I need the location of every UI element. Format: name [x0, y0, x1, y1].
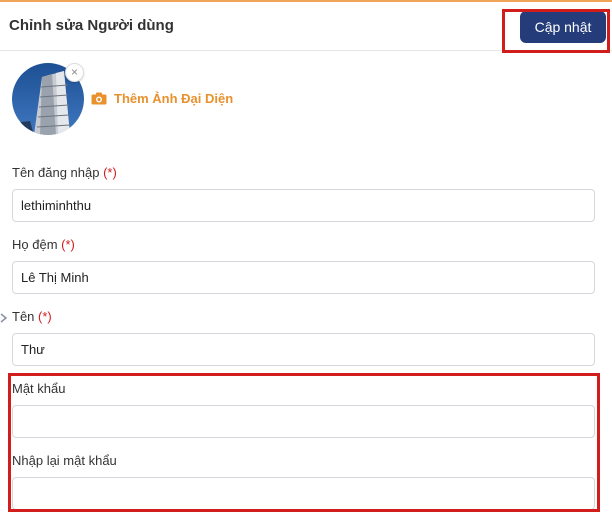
add-avatar-label: Thêm Ảnh Đại Diện	[114, 91, 234, 106]
page-title: Chỉnh sửa Người dùng	[9, 17, 174, 34]
username-required-mark: (*)	[103, 165, 117, 180]
camera-icon	[91, 92, 107, 105]
first-name-required-mark: (*)	[38, 309, 52, 324]
edit-user-dialog: Chỉnh sửa Người dùng Cập nhật × Thêm Ảnh…	[0, 0, 612, 522]
confirm-password-label: Nhập lại mật khẩu	[12, 453, 117, 468]
update-button[interactable]: Cập nhật	[520, 11, 606, 43]
first-name-input[interactable]	[12, 333, 595, 366]
first-name-label-text: Tên	[12, 309, 35, 324]
first-name-label: Tên (*)	[12, 309, 52, 324]
dialog-header: Chỉnh sửa Người dùng Cập nhật	[0, 2, 612, 51]
username-input[interactable]	[12, 189, 595, 222]
middle-name-label-text: Họ đệm	[12, 237, 58, 252]
remove-avatar-button[interactable]: ×	[65, 63, 84, 82]
middle-name-required-mark: (*)	[61, 237, 75, 252]
username-label-text: Tên đăng nhập	[12, 165, 100, 180]
confirm-password-input[interactable]	[12, 477, 595, 510]
middle-name-input[interactable]	[12, 261, 595, 294]
password-label: Mật khẩu	[12, 381, 66, 396]
add-avatar-link[interactable]: Thêm Ảnh Đại Diện	[91, 91, 233, 106]
collapse-arrow-icon[interactable]	[0, 313, 8, 323]
password-input[interactable]	[12, 405, 595, 438]
middle-name-label: Họ đệm (*)	[12, 237, 75, 252]
username-label: Tên đăng nhập (*)	[12, 165, 117, 180]
